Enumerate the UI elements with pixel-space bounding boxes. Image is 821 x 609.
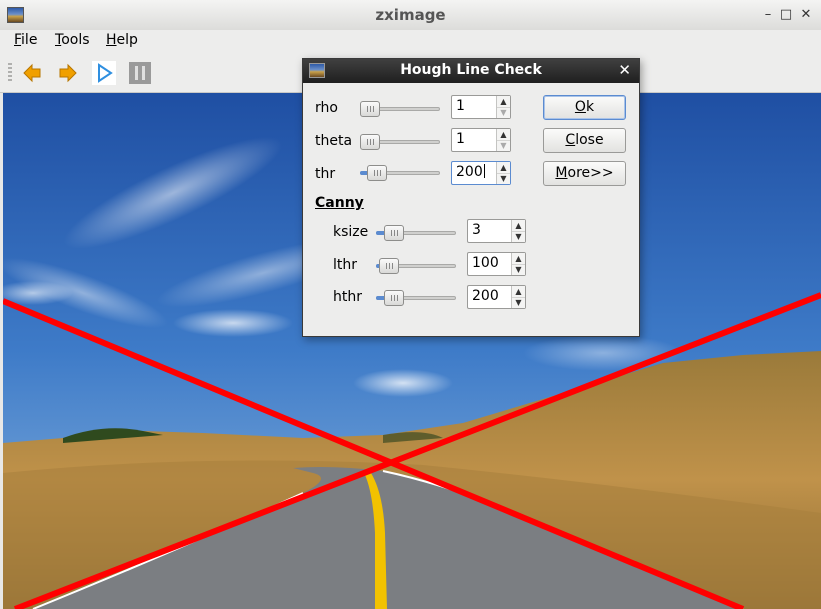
hthr-spinbox[interactable]: 200 ▲ ▼	[467, 285, 526, 309]
maximize-button[interactable]: □	[778, 7, 794, 23]
rho-slider-handle[interactable]	[360, 101, 380, 117]
menu-help-label: elp	[116, 32, 138, 48]
ksize-slider[interactable]	[376, 225, 456, 241]
menu-help[interactable]: Help	[106, 32, 138, 48]
window-titlebar[interactable]: zximage – □ ✕	[0, 0, 821, 31]
menu-bar: File Tools Help	[0, 30, 821, 54]
lthr-slider-handle[interactable]	[379, 258, 399, 274]
more-label: ore>>	[567, 165, 614, 181]
thr-down-icon[interactable]: ▼	[497, 173, 510, 184]
lthr-down-icon[interactable]: ▼	[512, 264, 525, 275]
more-button[interactable]: More>>	[543, 161, 626, 186]
ksize-label: ksize	[333, 224, 369, 240]
ksize-down-icon[interactable]: ▼	[512, 231, 525, 242]
theta-slider[interactable]	[360, 134, 440, 150]
forward-arrow-icon	[59, 63, 77, 83]
more-mnemonic: M	[555, 165, 568, 181]
hthr-slider[interactable]	[376, 290, 456, 306]
theta-down-icon[interactable]: ▼	[497, 140, 510, 151]
ksize-value: 3	[472, 222, 481, 238]
thr-slider-handle[interactable]	[367, 165, 387, 181]
dialog-title: Hough Line Check	[400, 62, 542, 78]
menu-file[interactable]: File	[14, 32, 37, 48]
theta-value: 1	[456, 131, 465, 147]
lthr-value: 100	[472, 255, 499, 271]
forward-button[interactable]	[56, 61, 80, 85]
close-window-button[interactable]: ✕	[798, 7, 814, 23]
ksize-slider-handle[interactable]	[384, 225, 404, 241]
window-title: zximage	[375, 6, 446, 24]
hthr-down-icon[interactable]: ▼	[512, 297, 525, 308]
rho-label: rho	[315, 100, 338, 116]
thr-spinbox[interactable]: 200 ▲ ▼	[451, 161, 511, 185]
hthr-value: 200	[472, 288, 499, 304]
ksize-spinbox[interactable]: 3 ▲ ▼	[467, 219, 526, 243]
theta-slider-handle[interactable]	[360, 134, 380, 150]
ok-button[interactable]: Ok	[543, 95, 626, 120]
rho-down-icon[interactable]: ▼	[497, 107, 510, 118]
ok-mnemonic: O	[574, 99, 586, 115]
dialog-titlebar[interactable]: Hough Line Check ✕	[303, 59, 639, 83]
back-button[interactable]	[20, 61, 44, 85]
pause-button[interactable]	[128, 61, 152, 85]
toolbar-grip[interactable]	[8, 63, 12, 83]
canny-heading-text: Canny	[315, 195, 364, 211]
close-button[interactable]: Close	[543, 128, 626, 153]
menu-file-mnemonic: F	[14, 32, 22, 48]
ok-label: k	[585, 99, 595, 115]
menu-help-mnemonic: H	[106, 32, 117, 48]
pause-icon	[129, 62, 151, 84]
hough-line-check-dialog: Hough Line Check ✕ rho 1 ▲ ▼ theta 1 ▲ ▼ t…	[302, 58, 640, 337]
theta-spinbox[interactable]: 1 ▲ ▼	[451, 128, 511, 152]
menu-file-label: ile	[21, 32, 38, 48]
canny-heading: Canny	[315, 195, 364, 211]
minimize-button[interactable]: –	[760, 7, 776, 23]
dialog-close-icon[interactable]: ✕	[618, 61, 631, 79]
back-arrow-icon	[23, 63, 41, 83]
thr-slider[interactable]	[360, 165, 440, 181]
theta-label: theta	[315, 133, 353, 149]
lthr-label: lthr	[333, 257, 358, 273]
thr-label: thr	[315, 166, 336, 182]
close-mnemonic: C	[565, 132, 576, 148]
menu-tools[interactable]: Tools	[55, 32, 90, 48]
close-label: lose	[575, 132, 604, 148]
hthr-slider-handle[interactable]	[384, 290, 404, 306]
menu-tools-label: ools	[61, 32, 90, 48]
rho-spinbox[interactable]: 1 ▲ ▼	[451, 95, 511, 119]
lthr-spinbox[interactable]: 100 ▲ ▼	[467, 252, 526, 276]
thr-value: 200	[456, 164, 483, 180]
rho-value: 1	[456, 98, 465, 114]
lthr-slider[interactable]	[376, 258, 456, 274]
play-button[interactable]	[92, 61, 116, 85]
play-icon	[98, 63, 113, 83]
rho-slider[interactable]	[360, 101, 440, 117]
hthr-label: hthr	[333, 289, 362, 305]
